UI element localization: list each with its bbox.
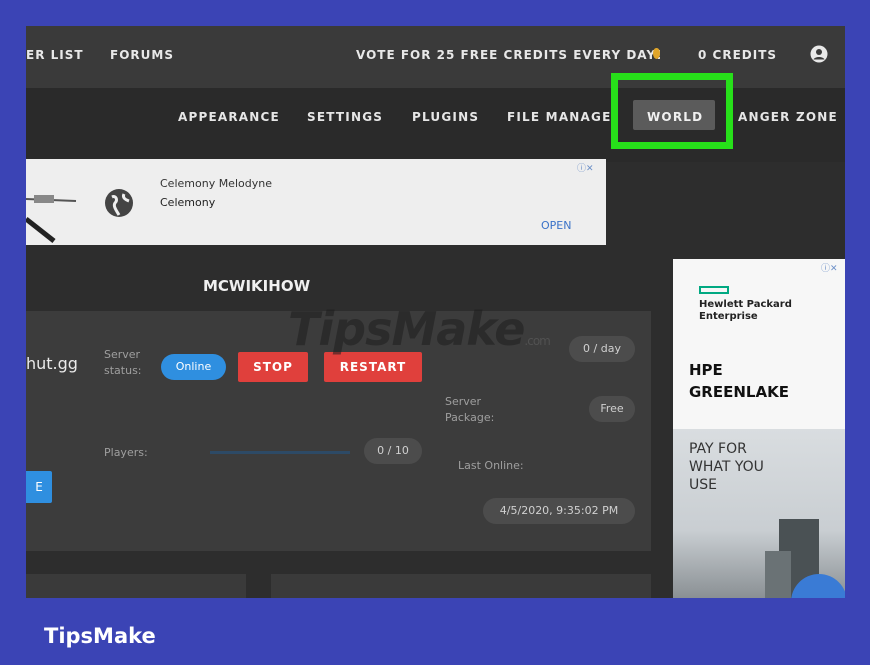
- players-progress-bar: [210, 451, 350, 454]
- server-address: hut.gg: [26, 354, 78, 373]
- hpe-logo-icon: [699, 286, 729, 294]
- ad-open-button[interactable]: OPEN: [541, 219, 571, 232]
- watermark-suffix: .com: [524, 334, 550, 348]
- side-action-button[interactable]: E: [26, 471, 52, 503]
- server-name-heading: MCWIKIHOW: [203, 277, 311, 295]
- product-image: [26, 195, 77, 243]
- hpe-headline-line2: GREENLAKE: [689, 383, 789, 401]
- hpe-headline-line1: HPE: [689, 361, 723, 379]
- bottom-card-left: [26, 574, 246, 598]
- tab-settings[interactable]: SETTINGS: [307, 110, 383, 124]
- credits-balance[interactable]: 0 CREDITS: [698, 48, 777, 62]
- server-package-label: Server Package:: [445, 395, 495, 424]
- ad-title: Celemony Melodyne: [160, 177, 272, 190]
- hpe-brand-line1: Hewlett Packard: [699, 299, 792, 310]
- hpe-tagline-line1: PAY FOR: [689, 441, 747, 457]
- server-status-label: Server status:: [104, 348, 142, 377]
- restart-button[interactable]: RESTART: [324, 352, 422, 382]
- players-label: Players:: [104, 446, 148, 459]
- bottom-card-right: [271, 574, 651, 598]
- top-advertisement[interactable]: Celemony Melodyne Celemony ⓘ✕ OPEN: [26, 159, 606, 245]
- tab-plugins[interactable]: PLUGINS: [412, 110, 479, 124]
- tab-appearance[interactable]: APPEARANCE: [178, 110, 280, 124]
- tipsmake-watermark: TipsMake.com: [288, 302, 551, 356]
- watermark-text: TipsMake: [288, 302, 525, 356]
- globe-icon: [105, 189, 133, 217]
- nav-server-list[interactable]: ER LIST: [26, 48, 84, 62]
- ad-choices-badge[interactable]: ⓘ✕: [577, 161, 594, 174]
- status-badge: Online: [161, 354, 226, 380]
- server-package-value: Free: [589, 396, 635, 422]
- hpe-tagline-line2: WHAT YOU: [689, 459, 764, 475]
- hpe-tagline-line3: USE: [689, 477, 717, 493]
- credits-per-day: 0 / day: [569, 336, 635, 362]
- building-silhouette-back: [765, 551, 791, 598]
- footer-brand: TipsMake: [44, 624, 156, 648]
- world-tab-highlight: [611, 73, 733, 149]
- vote-credits-link[interactable]: VOTE FOR 25 FREE CREDITS EVERY DAY!: [356, 48, 663, 62]
- tab-file-manager[interactable]: FILE MANAGEI: [507, 110, 617, 124]
- ad-choices-badge-side[interactable]: ⓘ✕: [821, 261, 838, 274]
- coin-icon: [653, 48, 660, 59]
- screenshot-frame: ER LIST FORUMS VOTE FOR 25 FREE CREDITS …: [26, 26, 845, 598]
- nav-forums[interactable]: FORUMS: [110, 48, 174, 62]
- user-account-icon[interactable]: [810, 45, 828, 63]
- last-online-label: Last Online:: [458, 459, 524, 472]
- tab-danger-zone[interactable]: ANGER ZONE: [738, 110, 838, 124]
- ad-subtitle: Celemony: [160, 196, 216, 209]
- players-count: 0 / 10: [364, 438, 422, 464]
- stop-button[interactable]: STOP: [238, 352, 308, 382]
- hpe-brand-line2: Enterprise: [699, 311, 758, 322]
- side-advertisement[interactable]: ⓘ✕ Hewlett Packard Enterprise HPE GREENL…: [673, 259, 845, 598]
- last-online-value: 4/5/2020, 9:35:02 PM: [483, 498, 635, 524]
